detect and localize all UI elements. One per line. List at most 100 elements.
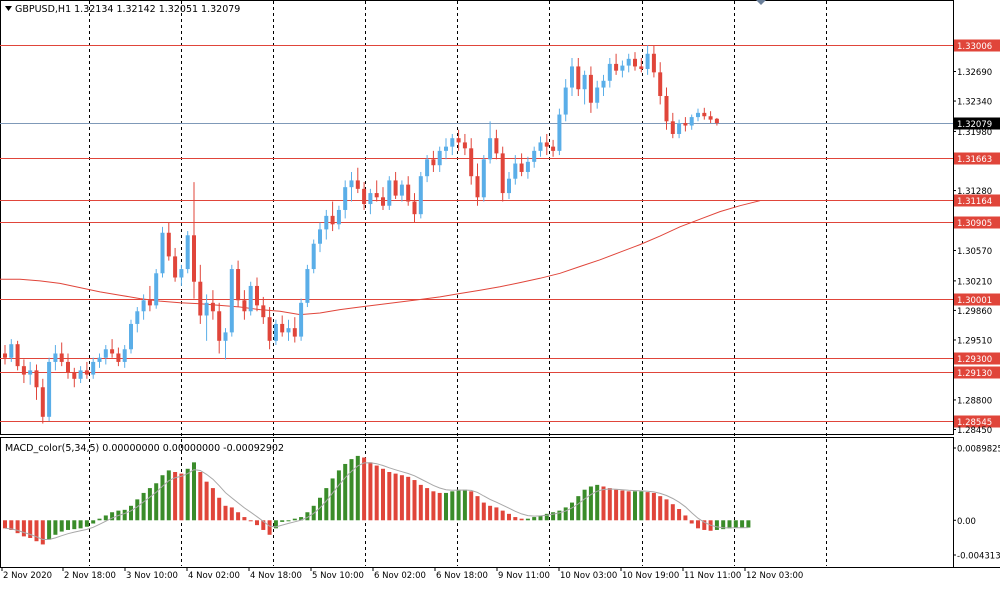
- macd-bar: [47, 520, 52, 540]
- candle: [696, 108, 700, 122]
- macd-bar: [204, 481, 209, 521]
- level-tag-label: 1.30905: [957, 219, 992, 229]
- candle: [538, 136, 543, 157]
- macd-bar: [444, 492, 448, 521]
- candle: [689, 114, 694, 130]
- symbol-header: GBPUSD,H1 1.32134 1.32142 1.32051 1.3207…: [15, 4, 240, 15]
- macd-bar: [198, 472, 203, 521]
- symbol-dropdown-icon[interactable]: [5, 6, 12, 11]
- macd-bar: [84, 520, 89, 527]
- candle-body: [47, 361, 52, 417]
- candle-body: [147, 300, 152, 306]
- macd-bar: [456, 489, 461, 521]
- candle-body: [418, 176, 423, 215]
- macd-bar: [59, 520, 64, 532]
- candle: [261, 296, 266, 324]
- candle-body: [160, 232, 165, 274]
- chart-shift-marker[interactable]: [756, 0, 766, 5]
- macd-bar: [620, 490, 625, 521]
- candle-body: [456, 138, 461, 143]
- price-tick-label: 1.30210: [957, 277, 992, 287]
- macd-header: MACD_color(5,34,5) 0.00000000 0.00000000…: [5, 443, 284, 454]
- candle: [563, 79, 568, 122]
- candle-body: [343, 187, 348, 210]
- candle: [444, 138, 448, 160]
- candle: [210, 290, 215, 320]
- candle-body: [28, 370, 33, 375]
- price-tick-label: 1.28800: [957, 396, 992, 406]
- candle: [658, 62, 663, 105]
- macd-bar: [746, 520, 751, 528]
- candle: [72, 367, 77, 388]
- candle: [21, 359, 26, 384]
- macd-bar: [343, 463, 348, 521]
- macd-bar: [40, 520, 45, 545]
- candle-body: [66, 361, 70, 373]
- candle-body: [3, 353, 7, 358]
- candle-body: [450, 138, 455, 147]
- candle-body: [280, 323, 285, 333]
- candle: [84, 361, 89, 379]
- candle: [116, 347, 121, 367]
- macd-bar: [576, 496, 581, 521]
- macd-bar: [248, 520, 253, 522]
- candle-body: [355, 180, 360, 189]
- macd-bar: [525, 518, 530, 521]
- macd-bar: [53, 520, 58, 535]
- candle-body: [242, 300, 247, 312]
- price-tick-label: 1.29510: [957, 336, 992, 346]
- candle: [387, 176, 392, 210]
- time-tick-label: 6 Nov 18:00: [436, 571, 488, 581]
- candle-body: [349, 180, 354, 188]
- candle-body: [204, 302, 209, 316]
- candle: [393, 171, 398, 199]
- macd-bar: [255, 520, 259, 526]
- level-tag-label: 1.29300: [957, 355, 992, 365]
- macd-bar: [160, 475, 165, 521]
- candle: [677, 119, 682, 139]
- macd-bar: [595, 484, 600, 521]
- time-tick-label: 5 Nov 10:00: [312, 571, 364, 581]
- time-tick-label: 2 Nov 18:00: [64, 571, 116, 581]
- candle: [425, 155, 430, 183]
- macd-bar: [286, 520, 291, 522]
- macd-bar: [670, 504, 675, 521]
- level-tag-label: 1.30001: [957, 296, 992, 306]
- candle: [242, 290, 247, 320]
- candle-body: [437, 150, 442, 166]
- candle-body: [336, 209, 341, 225]
- candle: [708, 111, 713, 123]
- macd-bar: [336, 470, 341, 521]
- candle-body: [299, 302, 304, 337]
- candle-body: [488, 138, 493, 160]
- macd-bar: [507, 513, 511, 521]
- macd-bar: [714, 520, 719, 530]
- macd-bar: [406, 476, 411, 521]
- candle-body: [519, 163, 524, 172]
- level-tag-label: 1.33006: [957, 42, 992, 52]
- candle-body: [248, 285, 253, 312]
- macd-bar: [412, 480, 417, 521]
- candle: [166, 222, 171, 261]
- candle: [255, 277, 259, 312]
- macd-bar: [475, 496, 480, 521]
- candle: [488, 121, 493, 164]
- candle: [551, 139, 556, 157]
- macd-bar: [66, 520, 70, 530]
- candle: [217, 302, 222, 354]
- candle-body: [72, 372, 77, 379]
- macd-bar: [570, 502, 574, 521]
- candle: [160, 226, 165, 278]
- candle: [141, 294, 146, 320]
- candle: [40, 378, 45, 424]
- time-tick-label: 9 Nov 11:00: [498, 571, 550, 581]
- candle: [582, 70, 587, 105]
- candle: [645, 45, 650, 75]
- macd-bar: [582, 489, 587, 521]
- candle: [229, 264, 234, 337]
- candle-body: [620, 65, 625, 71]
- candle-body: [570, 66, 574, 88]
- candle-body: [563, 87, 568, 115]
- candle-body: [551, 146, 556, 151]
- candle-body: [538, 142, 543, 151]
